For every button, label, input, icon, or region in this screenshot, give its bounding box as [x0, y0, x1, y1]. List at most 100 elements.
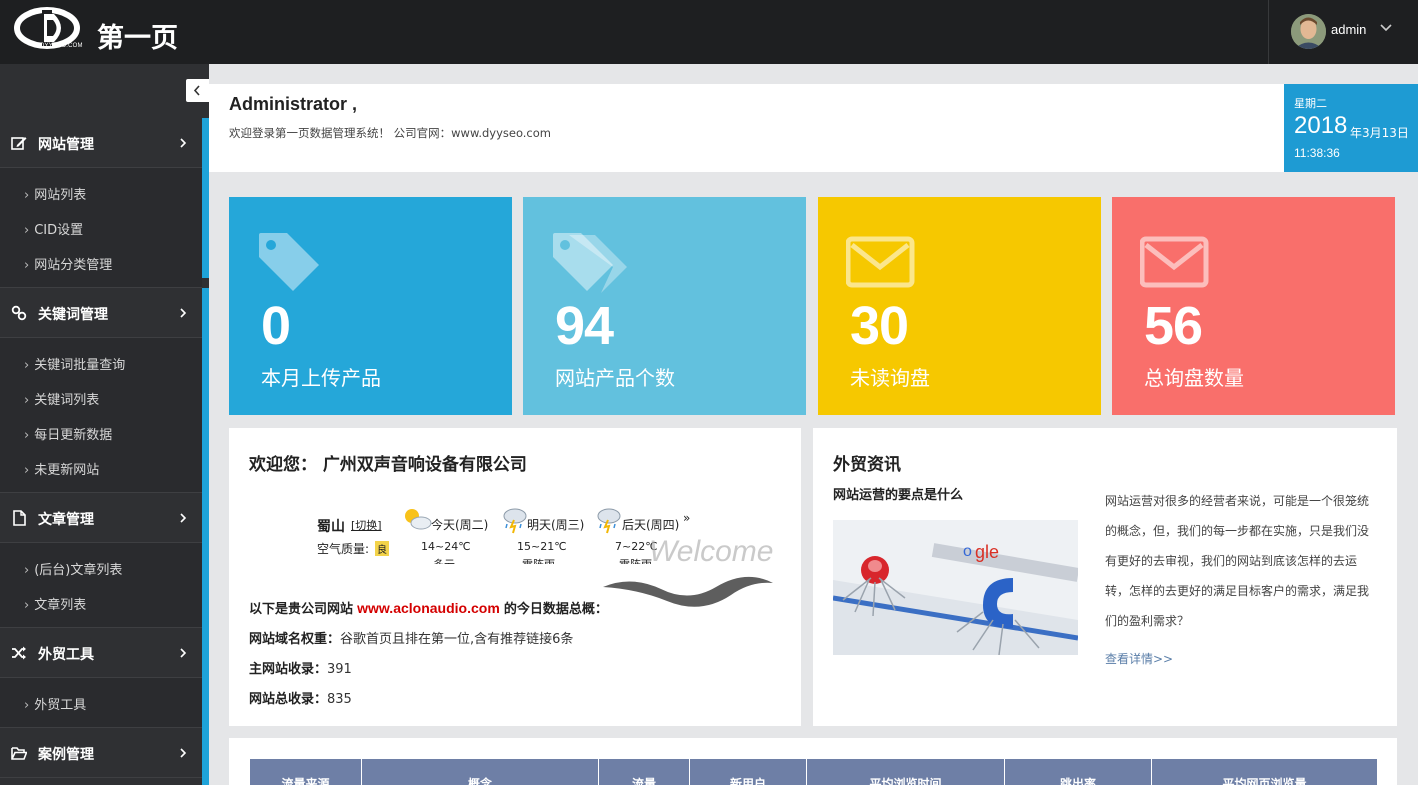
nav-head-keywords[interactable]: 关键词管理 — [0, 288, 202, 338]
news-image[interactable]: o gle — [833, 520, 1078, 655]
column-header[interactable]: 平均浏览时间 — [806, 758, 1005, 785]
sidebar-item-site-category[interactable]: 网站分类管理 — [24, 254, 112, 273]
sidebar-item-site-list[interactable]: 网站列表 — [24, 184, 86, 203]
company-title: 欢迎您： 广州双声音响设备有限公司 — [249, 450, 527, 475]
folder-open-icon — [11, 747, 27, 760]
brand-name: 第一页 — [97, 23, 178, 54]
sidebar-item-article-list[interactable]: 文章列表 — [24, 594, 86, 613]
company-name: 广州双声音响设备有限公司 — [322, 455, 527, 475]
nav-head-trade-tools[interactable]: 外贸工具 — [0, 628, 202, 678]
nav-head-website[interactable]: 网站管理 — [0, 118, 202, 168]
company-site-link[interactable]: www.aclonaudio.com — [357, 600, 500, 616]
weekday: 星期二 — [1294, 97, 1327, 110]
air-quality-label: 空气质量: — [317, 542, 370, 556]
column-header[interactable]: 流量来源 — [249, 758, 362, 785]
nav-sub-articles: (后台)文章列表 文章列表 — [0, 543, 202, 628]
total-index-value: 835 — [327, 692, 352, 707]
tag-icon — [259, 233, 319, 291]
svg-text:o: o — [963, 543, 972, 560]
welcome-watermark: Welcome — [649, 535, 774, 568]
sidebar-collapse-button[interactable] — [186, 79, 209, 102]
weather-day-temp: 15~21℃ — [517, 540, 567, 553]
chevron-right-icon — [180, 513, 187, 523]
column-header[interactable]: 概念 — [361, 758, 599, 785]
air-quality-badge: 良 — [375, 541, 389, 556]
chevron-right-icon — [180, 308, 187, 318]
tags-icon — [553, 233, 627, 293]
clock: 11:38:36 — [1294, 146, 1340, 160]
link-icon — [11, 305, 27, 321]
stat-value: 30 — [850, 296, 909, 356]
column-header[interactable]: 新用户 — [689, 758, 807, 785]
stat-card-total-inquiries[interactable]: 56 总询盘数量 — [1112, 197, 1395, 415]
stat-value: 0 — [261, 296, 291, 356]
username[interactable]: admin — [1331, 22, 1366, 37]
weather-switch-link[interactable]: [切换] — [351, 517, 382, 533]
sidebar-item-trade-tools[interactable]: 外贸工具 — [24, 694, 86, 713]
domain-weight-label: 网站域名权重： — [249, 632, 341, 647]
avatar[interactable] — [1291, 14, 1326, 49]
traffic-table-panel: 流量来源 概念 流量 新用户 平均浏览时间 跳出率 平均网页浏览量 — [229, 738, 1397, 785]
stat-card-unread-inquiries[interactable]: 30 未读询盘 — [818, 197, 1101, 415]
stat-value: 94 — [555, 296, 614, 356]
nav-accent-bar — [202, 728, 209, 785]
news-more-link[interactable]: 查看详情>> — [1105, 650, 1173, 667]
sidebar-item-admin-articles[interactable]: (后台)文章列表 — [24, 559, 122, 578]
domain-weight-line: 网站域名权重：谷歌首页且排在第一位,含有推荐链接6条 — [249, 628, 573, 647]
edit-icon — [11, 137, 27, 150]
chevron-down-icon[interactable] — [1379, 21, 1393, 35]
nav-accent-bar — [202, 493, 209, 628]
date-box: 星期二 2018 年3月13日 11:38:36 — [1284, 84, 1418, 172]
stat-label: 网站产品个数 — [555, 366, 675, 390]
column-header[interactable]: 流量 — [598, 758, 690, 785]
user-menu[interactable]: admin — [1268, 0, 1418, 64]
stat-card-product-count[interactable]: 94 网站产品个数 — [523, 197, 806, 415]
top-bar: DYYSEO.COM 第一页 admin — [0, 0, 1418, 64]
stat-label: 总询盘数量 — [1144, 366, 1244, 390]
chevron-right-icon — [180, 748, 187, 758]
welcome-text: 欢迎登录第一页数据管理系统！ 公司官网：www.dyyseo.com — [229, 126, 551, 140]
overview-line: 以下是贵公司网站 www.aclonaudio.com 的今日数据总概： — [249, 598, 608, 617]
stat-card-monthly-uploads[interactable]: 0 本月上传产品 — [229, 197, 512, 415]
news-body: 网站运营对很多的经营者来说，可能是一个很笼统的概念，但，我们的每一步都在实施，只… — [1105, 494, 1370, 628]
sidebar-item-keyword-batch[interactable]: 关键词批量查询 — [24, 354, 125, 373]
news-title: 外贸资讯 — [833, 455, 901, 475]
nav-sub-website: 网站列表 CID设置 网站分类管理 — [0, 168, 202, 288]
welcome-title: Administrator , — [229, 94, 358, 114]
shuffle-icon — [12, 646, 26, 660]
weather-more-link[interactable]: » — [683, 511, 690, 525]
year: 2018 — [1294, 112, 1348, 139]
sidebar-item-daily-update[interactable]: 每日更新数据 — [24, 424, 112, 443]
sidebar-item-not-updated[interactable]: 未更新网站 — [24, 459, 99, 478]
nav-head-label: 文章管理 — [38, 512, 94, 528]
chevron-right-icon — [180, 138, 187, 148]
sidebar: 网站管理 网站列表 CID设置 网站分类管理 关键词管理 关键词批量查询 关键词… — [0, 64, 209, 785]
partly-cloudy-icon — [405, 509, 432, 530]
weather-day-name: 后天(周四) — [622, 518, 680, 532]
overview-prefix: 以下是贵公司网站 — [249, 602, 354, 617]
main-index-line: 主网站收录：391 — [249, 658, 352, 677]
total-index-label: 网站总收录： — [249, 692, 328, 707]
news-headline[interactable]: 网站运营的要点是什么 — [833, 484, 963, 503]
nav-sub-trade-tools: 外贸工具 — [0, 678, 202, 728]
logo-subtitle: DYYSEO.COM — [40, 43, 83, 49]
stat-label: 未读询盘 — [850, 366, 930, 390]
svg-text:gle: gle — [975, 542, 999, 562]
main-index-label: 主网站收录： — [249, 662, 328, 677]
column-header[interactable]: 跳出率 — [1004, 758, 1152, 785]
nav-head-cases[interactable]: 案例管理 — [0, 728, 202, 778]
envelope-icon — [1140, 236, 1209, 288]
overview-suffix: 的今日数据总概： — [503, 602, 608, 617]
chevron-right-icon — [180, 648, 187, 658]
nav-head-articles[interactable]: 文章管理 — [0, 493, 202, 543]
wave-graphic — [603, 576, 773, 607]
nav-head-label: 网站管理 — [38, 137, 94, 153]
column-header[interactable]: 平均网页浏览量 — [1151, 758, 1378, 785]
nav-head-label: 外贸工具 — [38, 647, 94, 663]
traffic-table: 流量来源 概念 流量 新用户 平均浏览时间 跳出率 平均网页浏览量 — [249, 758, 1378, 785]
nav-sub-keywords: 关键词批量查询 关键词列表 每日更新数据 未更新网站 — [0, 338, 202, 493]
sidebar-item-keyword-list[interactable]: 关键词列表 — [24, 389, 99, 408]
sidebar-item-cid-settings[interactable]: CID设置 — [24, 219, 83, 238]
weather-day-name: 明天(周三) — [527, 518, 585, 532]
stat-label: 本月上传产品 — [261, 366, 381, 390]
